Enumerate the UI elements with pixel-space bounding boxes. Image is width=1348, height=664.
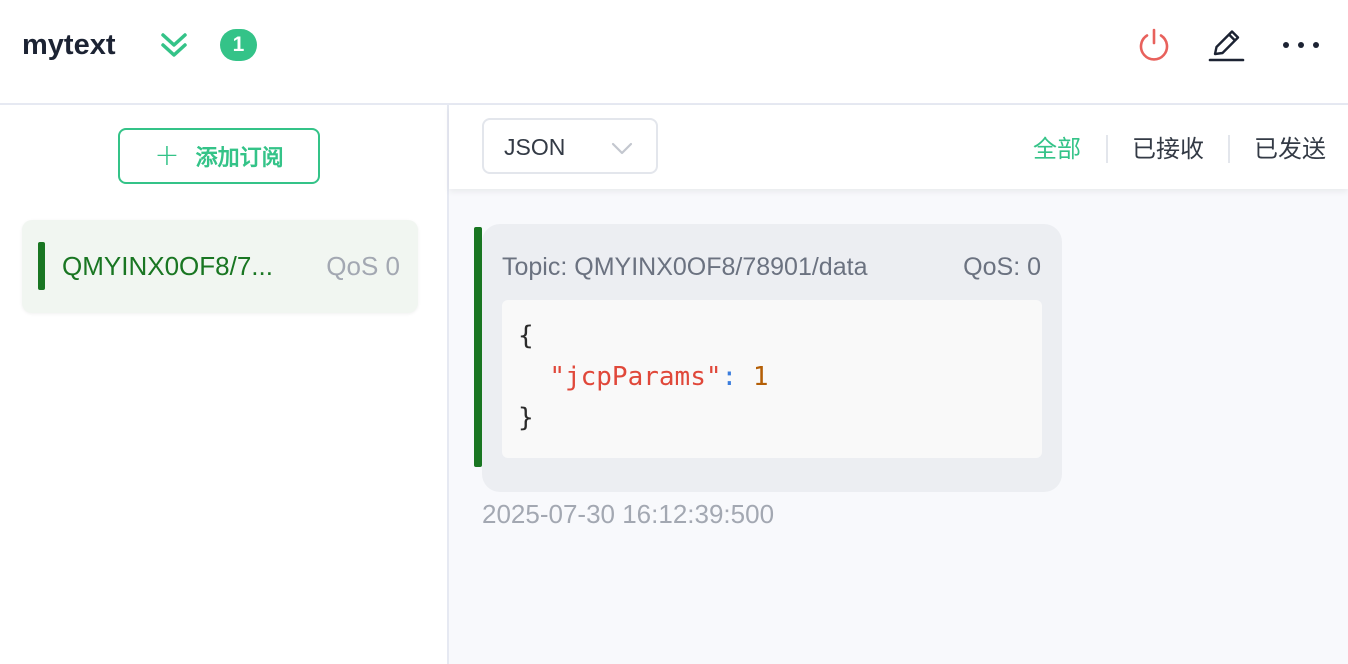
tab-all[interactable]: 全部 xyxy=(1033,134,1081,164)
chevrons-down-icon[interactable] xyxy=(158,30,190,62)
add-subscription-button[interactable]: + 添加订阅 xyxy=(118,128,320,184)
message-timestamp: 2025-07-30 16:12:39:500 xyxy=(482,499,775,529)
message-topic: Topic: QMYINX0OF8/78901/data xyxy=(502,253,868,281)
subscription-color-bar xyxy=(38,242,45,290)
payload-open-brace: { xyxy=(518,321,534,351)
message-card[interactable]: Topic: QMYINX0OF8/78901/data QoS: 0 { "j… xyxy=(482,224,1062,492)
tab-sent[interactable]: 已发送 xyxy=(1254,134,1326,164)
payload-format-value: JSON xyxy=(504,134,566,160)
payload-colon: : xyxy=(721,362,738,392)
tab-received[interactable]: 已接收 xyxy=(1132,134,1204,164)
connection-header: mytext 1 xyxy=(0,0,1348,105)
message-panel: JSON 全部 已接收 已发送 Topic: QMYINX0OF8/78901/… xyxy=(449,105,1348,664)
payload-key: "jcpParams" xyxy=(549,362,722,392)
payload-format-select[interactable]: JSON xyxy=(482,118,658,174)
payload-line: "jcpParams": 1 xyxy=(518,357,1042,398)
message-qos: QoS: 0 xyxy=(963,253,1041,281)
plus-icon: + xyxy=(154,138,180,173)
edit-icon xyxy=(1208,30,1245,62)
subscription-topic: QMYINX0OF8/7... xyxy=(62,251,273,281)
add-subscription-label: 添加订阅 xyxy=(195,146,284,171)
unread-count-badge: 1 xyxy=(220,29,257,61)
disconnect-button[interactable] xyxy=(1133,24,1175,66)
tab-divider xyxy=(1228,135,1230,163)
more-button[interactable] xyxy=(1280,24,1322,66)
message-toolbar: JSON 全部 已接收 已发送 xyxy=(449,105,1348,189)
subscription-item[interactable]: QMYINX0OF8/7... QoS 0 xyxy=(22,220,418,313)
payload-close-brace: } xyxy=(518,403,534,433)
power-icon xyxy=(1139,28,1169,61)
message-color-bar xyxy=(474,227,482,467)
tab-divider xyxy=(1106,135,1108,163)
payload-value: 1 xyxy=(752,362,769,392)
message-payload: { "jcpParams": 1 } xyxy=(502,300,1042,458)
chevron-down-icon xyxy=(611,142,633,155)
subscription-qos: QoS 0 xyxy=(326,251,400,281)
edit-button[interactable] xyxy=(1205,24,1247,66)
subscription-panel: + 添加订阅 QMYINX0OF8/7... QoS 0 xyxy=(0,105,449,664)
connection-name: mytext xyxy=(22,29,116,61)
more-icon xyxy=(1283,42,1319,48)
